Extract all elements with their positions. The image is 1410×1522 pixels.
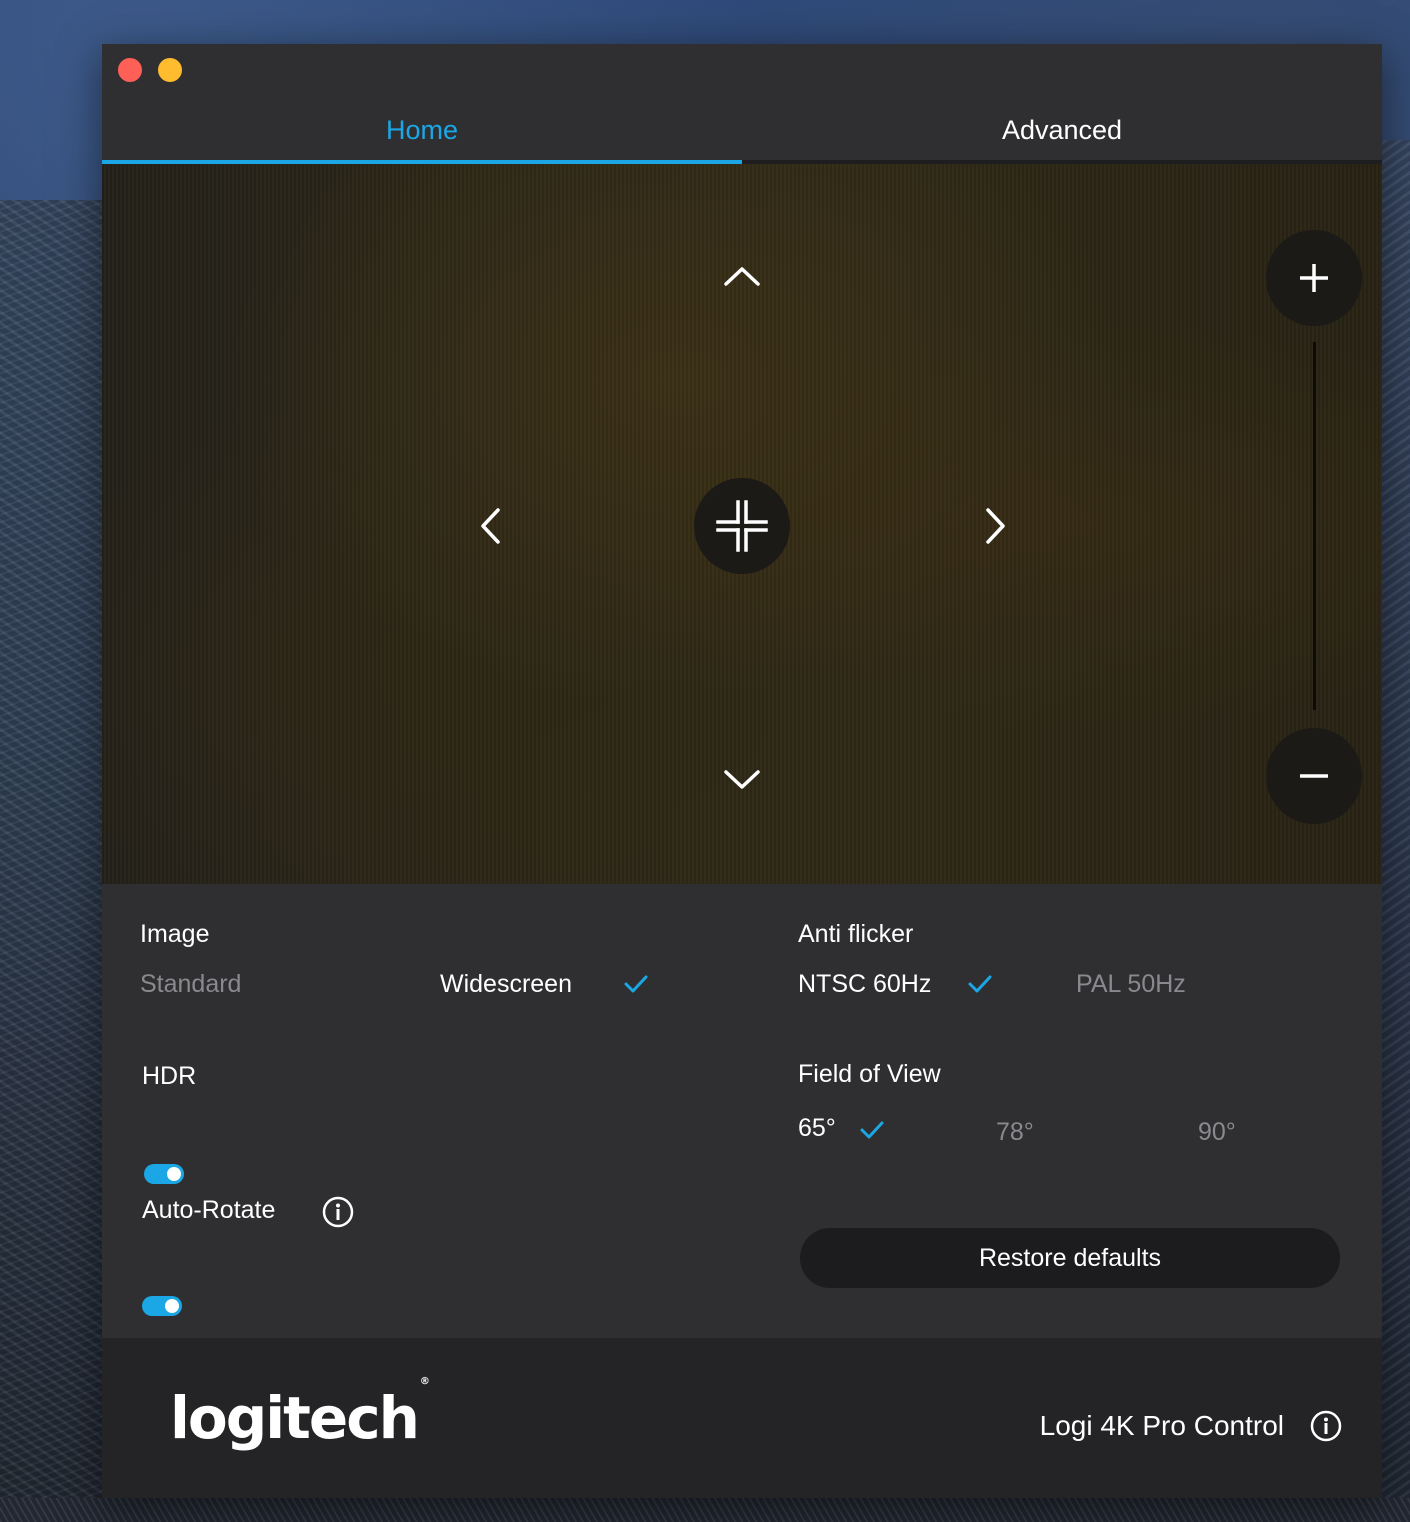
settings-panel: Image Standard Widescreen Anti flicker N… bbox=[102, 884, 1382, 1338]
hdr-label: HDR bbox=[142, 1062, 197, 1090]
pan-left-button[interactable] bbox=[466, 502, 514, 550]
info-icon[interactable] bbox=[1310, 1410, 1342, 1442]
product-name: Logi 4K Pro Control bbox=[1039, 1410, 1284, 1441]
info-icon[interactable] bbox=[322, 1196, 354, 1228]
chevron-up-icon bbox=[724, 267, 760, 286]
pan-up-button[interactable] bbox=[718, 252, 766, 300]
footer: logitech® Logi 4K Pro Control bbox=[102, 1338, 1382, 1498]
anti-flicker-option-ntsc[interactable]: NTSC 60Hz bbox=[798, 970, 931, 999]
plus-icon bbox=[1300, 264, 1328, 292]
logo-text: logitech bbox=[170, 1384, 420, 1452]
tab-home[interactable]: Home bbox=[102, 100, 742, 164]
desktop-wallpaper-left bbox=[0, 200, 102, 1522]
titlebar bbox=[102, 44, 1382, 100]
pan-right-button[interactable] bbox=[972, 502, 1020, 550]
zoom-in-button[interactable] bbox=[1266, 230, 1362, 326]
image-label: Image bbox=[140, 920, 210, 948]
tab-bar: Home Advanced bbox=[102, 100, 1382, 164]
hdr-toggle[interactable] bbox=[144, 1164, 184, 1184]
field-of-view-label: Field of View bbox=[798, 1060, 941, 1088]
auto-rotate-toggle[interactable] bbox=[142, 1296, 182, 1316]
toggle-knob bbox=[167, 1167, 181, 1181]
logitech-logo: logitech® bbox=[170, 1375, 430, 1452]
fov-option-90[interactable]: 90° bbox=[1198, 1118, 1236, 1147]
fov-option-65[interactable]: 65° bbox=[798, 1114, 836, 1143]
image-option-widescreen[interactable]: Widescreen bbox=[440, 970, 572, 999]
chevron-right-icon bbox=[986, 508, 1005, 544]
center-icon bbox=[716, 500, 768, 552]
pan-down-button[interactable] bbox=[718, 756, 766, 804]
restore-defaults-button[interactable]: Restore defaults bbox=[800, 1228, 1340, 1288]
tab-advanced[interactable]: Advanced bbox=[742, 100, 1382, 164]
desktop-wallpaper-bottom bbox=[0, 1498, 1410, 1522]
checkmark-icon bbox=[968, 975, 992, 993]
chevron-down-icon bbox=[724, 770, 760, 789]
app-window: Home Advanced Image Standard Widescreen … bbox=[102, 44, 1382, 1498]
auto-rotate-label: Auto-Rotate bbox=[142, 1196, 276, 1224]
zoom-slider-track[interactable] bbox=[1313, 342, 1316, 710]
toggle-knob bbox=[165, 1299, 179, 1313]
close-window-button[interactable] bbox=[118, 58, 142, 82]
center-camera-button[interactable] bbox=[694, 478, 790, 574]
anti-flicker-option-pal[interactable]: PAL 50Hz bbox=[1076, 970, 1186, 999]
desktop-wallpaper-right bbox=[1382, 140, 1410, 1522]
zoom-out-button[interactable] bbox=[1266, 728, 1362, 824]
checkmark-icon bbox=[860, 1121, 884, 1139]
minimize-window-button[interactable] bbox=[158, 58, 182, 82]
fov-option-78[interactable]: 78° bbox=[996, 1118, 1034, 1147]
image-option-standard[interactable]: Standard bbox=[140, 970, 241, 999]
camera-preview bbox=[102, 164, 1382, 884]
checkmark-icon bbox=[624, 975, 648, 993]
anti-flicker-label: Anti flicker bbox=[798, 920, 914, 948]
minus-icon bbox=[1300, 774, 1328, 778]
chevron-left-icon bbox=[481, 508, 500, 544]
